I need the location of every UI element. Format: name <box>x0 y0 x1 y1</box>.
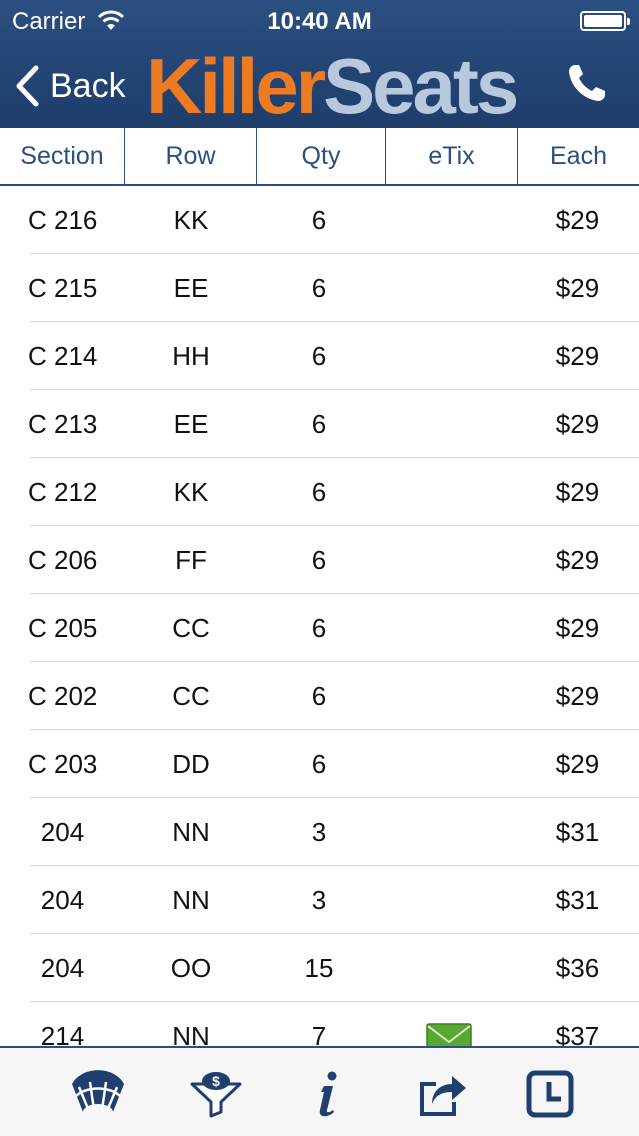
etix-envelope-icon <box>425 1023 472 1046</box>
listing-qty: 6 <box>311 340 327 371</box>
listing-row[interactable]: C 203 DD 6 $29 <box>0 730 639 798</box>
listing-price: $29 <box>555 612 600 643</box>
listing-row[interactable]: C 213 EE 6 $29 <box>0 390 639 458</box>
listing-price: $29 <box>555 544 600 575</box>
listing-row-label: CC <box>172 680 210 711</box>
listing-row[interactable]: C 212 KK 6 $29 <box>0 458 639 526</box>
logo-killer-text: Killer <box>146 42 326 130</box>
listing-row-label: EE <box>173 408 209 439</box>
listing-section: C 214 <box>28 340 98 371</box>
listing-row-label: NN <box>172 1020 210 1047</box>
listing-price: $36 <box>555 952 600 983</box>
listing-row[interactable]: C 215 EE 6 $29 <box>0 254 639 322</box>
listing-section: C 213 <box>28 408 98 439</box>
listing-qty: 3 <box>311 816 327 847</box>
listings-list[interactable]: C 216 KK 6 $29 C 215 EE 6 $29 C 214 HH 6… <box>0 186 639 1046</box>
listing-row[interactable]: C 214 HH 6 $29 <box>0 322 639 390</box>
listing-row-label: KK <box>173 204 209 235</box>
svg-text:$: $ <box>212 1073 220 1089</box>
listing-qty: 6 <box>311 272 327 303</box>
listing-section: 214 <box>40 1020 85 1047</box>
listing-price: $31 <box>555 884 600 915</box>
listing-row-label: NN <box>172 884 210 915</box>
listing-row-label: OO <box>170 952 212 983</box>
listing-section: C 215 <box>28 272 98 303</box>
listing-price: $29 <box>555 272 600 303</box>
listing-section: C 202 <box>28 680 98 711</box>
listing-row[interactable]: C 206 FF 6 $29 <box>0 526 639 594</box>
stadium-seats-icon[interactable] <box>70 1070 126 1118</box>
listing-qty: 6 <box>311 204 327 235</box>
battery-icon <box>580 11 630 31</box>
back-label: Back <box>50 66 126 105</box>
listing-price: $29 <box>555 748 600 779</box>
listing-qty: 6 <box>311 476 327 507</box>
listing-qty: 6 <box>311 680 327 711</box>
listing-row[interactable]: C 205 CC 6 $29 <box>0 594 639 662</box>
column-header-etix[interactable]: eTix <box>386 128 518 184</box>
listing-price: $37 <box>555 1020 600 1047</box>
column-headers: Section Row Qty eTix Each <box>0 128 639 186</box>
listing-row[interactable]: 204 NN 3 $31 <box>0 866 639 934</box>
status-time: 10:40 AM <box>267 8 372 35</box>
listing-row[interactable]: 204 NN 3 $31 <box>0 798 639 866</box>
listing-price: $29 <box>555 408 600 439</box>
listing-qty: 3 <box>311 884 327 915</box>
listing-section: 204 <box>40 952 85 983</box>
tab-bar: $ <box>0 1046 639 1136</box>
listing-qty: 15 <box>304 952 334 983</box>
listing-row-label: KK <box>173 476 209 507</box>
status-bar: Carrier 10:40 AM <box>0 0 639 42</box>
listing-row-label: DD <box>172 748 210 779</box>
listing-price: $29 <box>555 204 600 235</box>
listing-etix <box>381 1017 516 1046</box>
listing-price: $29 <box>555 680 600 711</box>
column-header-qty[interactable]: Qty <box>257 128 386 184</box>
listing-qty: 7 <box>311 1020 327 1047</box>
listing-qty: 6 <box>311 748 327 779</box>
listing-row[interactable]: C 202 CC 6 $29 <box>0 662 639 730</box>
listing-row-label: CC <box>172 612 210 643</box>
listing-price: $29 <box>555 476 600 507</box>
phone-icon[interactable] <box>566 62 608 104</box>
column-header-row[interactable]: Row <box>125 128 257 184</box>
listing-row-label: FF <box>175 544 207 575</box>
listing-qty: 6 <box>311 408 327 439</box>
listing-qty: 6 <box>311 612 327 643</box>
listing-row-label: NN <box>172 816 210 847</box>
listing-section: 204 <box>40 816 85 847</box>
header: Carrier 10:40 AM Back KillerSeats <box>0 0 639 128</box>
listing-section: C 203 <box>28 748 98 779</box>
listing-section: C 206 <box>28 544 98 575</box>
listing-qty: 6 <box>311 544 327 575</box>
info-icon[interactable] <box>300 1070 356 1118</box>
listing-row[interactable]: 204 OO 15 $36 <box>0 934 639 1002</box>
column-header-section[interactable]: Section <box>0 128 125 184</box>
killerseats-logo: KillerSeats <box>146 47 519 125</box>
listing-section: C 205 <box>28 612 98 643</box>
listing-section: C 216 <box>28 204 98 235</box>
listing-row-label: HH <box>172 340 210 371</box>
clock-icon[interactable] <box>524 1070 580 1118</box>
logo-seats-text: Seats <box>323 42 519 130</box>
listing-row[interactable]: C 216 KK 6 $29 <box>0 186 639 254</box>
listing-section: 204 <box>40 884 85 915</box>
listing-row-label: EE <box>173 272 209 303</box>
column-header-each[interactable]: Each <box>518 128 639 184</box>
share-icon[interactable] <box>414 1070 470 1118</box>
back-button[interactable]: Back <box>14 60 126 112</box>
listing-price: $29 <box>555 340 600 371</box>
listing-section: C 212 <box>28 476 98 507</box>
listing-price: $31 <box>555 816 600 847</box>
price-filter-icon[interactable]: $ <box>188 1070 244 1118</box>
listing-row[interactable]: 214 NN 7 $37 <box>0 1002 639 1046</box>
chevron-left-icon <box>16 65 39 107</box>
